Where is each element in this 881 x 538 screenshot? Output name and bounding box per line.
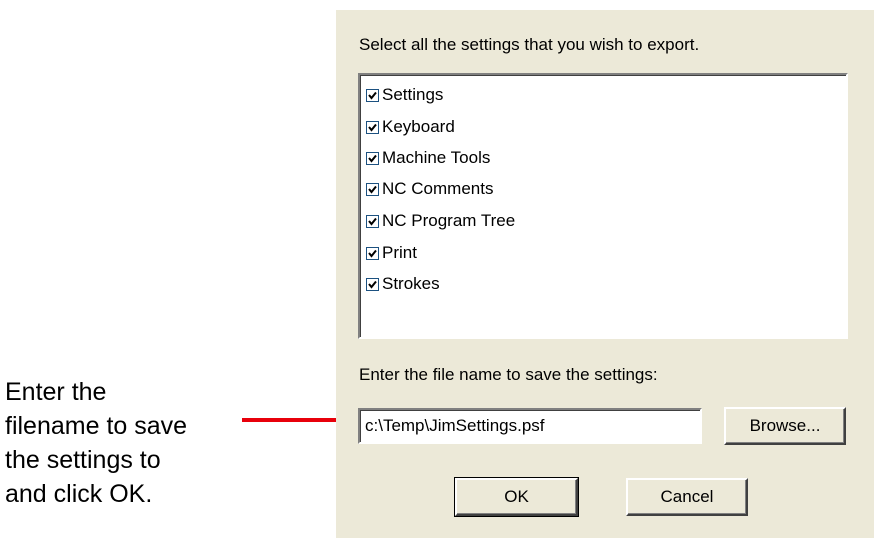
- list-item-machine-tools[interactable]: Machine Tools: [366, 146, 490, 170]
- check-icon: [368, 249, 377, 258]
- check-icon: [368, 154, 377, 163]
- check-icon: [368, 123, 377, 132]
- checkbox[interactable]: [366, 246, 379, 260]
- annotation-line: the settings to: [5, 446, 161, 474]
- checkbox[interactable]: [366, 214, 379, 228]
- list-item-label: Keyboard: [382, 117, 455, 136]
- list-item-label: Settings: [382, 85, 444, 104]
- checkbox[interactable]: [366, 120, 379, 134]
- annotation-line: and click OK.: [5, 480, 153, 508]
- list-item-label: Machine Tools: [382, 148, 491, 167]
- annotation-line: Enter the: [5, 378, 107, 406]
- check-icon: [368, 280, 377, 289]
- cancel-button[interactable]: Cancel: [626, 478, 748, 516]
- settings-listbox[interactable]: Settings Keyboard Machine Tools NC Comme…: [358, 73, 848, 339]
- filename-input[interactable]: c:\Temp\JimSettings.psf: [358, 408, 702, 444]
- checkbox[interactable]: [366, 151, 379, 165]
- list-item-settings[interactable]: Settings: [366, 83, 443, 107]
- list-item-keyboard[interactable]: Keyboard: [366, 115, 455, 139]
- check-icon: [368, 185, 377, 194]
- annotation-caption: Enter the filename to save the settings …: [5, 375, 235, 511]
- list-item-label: NC Comments: [382, 179, 494, 198]
- ok-button[interactable]: OK: [454, 477, 579, 517]
- export-settings-dialog: Select all the settings that you wish to…: [336, 10, 874, 538]
- check-icon: [368, 91, 377, 100]
- checkbox[interactable]: [366, 277, 379, 291]
- list-item-nc-program-tree[interactable]: NC Program Tree: [366, 209, 515, 233]
- annotation-line: filename to save: [5, 412, 188, 440]
- list-item-nc-comments[interactable]: NC Comments: [366, 177, 493, 201]
- checkbox[interactable]: [366, 182, 379, 196]
- filename-label: Enter the file name to save the settings…: [359, 365, 658, 384]
- checkbox[interactable]: [366, 88, 379, 102]
- list-item-strokes[interactable]: Strokes: [366, 272, 440, 296]
- list-item-label: Strokes: [382, 274, 440, 293]
- check-icon: [368, 217, 377, 226]
- list-item-print[interactable]: Print: [366, 241, 417, 265]
- list-item-label: Print: [382, 243, 417, 262]
- list-item-label: NC Program Tree: [382, 211, 516, 230]
- browse-button[interactable]: Browse...: [724, 407, 846, 445]
- instruction-label: Select all the settings that you wish to…: [359, 35, 700, 54]
